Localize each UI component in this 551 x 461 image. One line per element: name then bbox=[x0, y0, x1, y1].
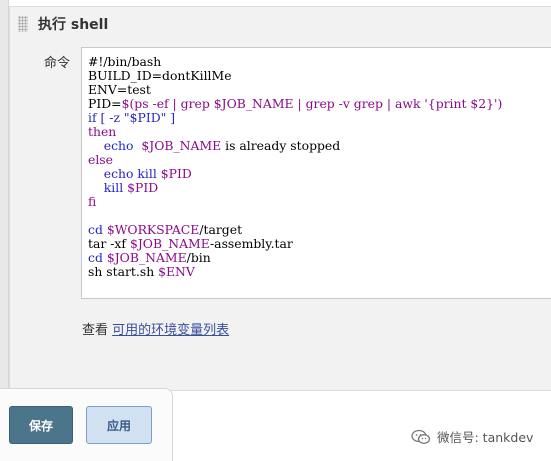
code-line: sh start.sh $ENV bbox=[88, 265, 545, 279]
code-line: kill $PID bbox=[88, 181, 545, 195]
code-token: $PID bbox=[127, 180, 159, 195]
code-token: $ENV bbox=[158, 264, 195, 279]
section-header: 执行 shell bbox=[18, 13, 108, 35]
code-token: $PID bbox=[160, 166, 192, 181]
code-token: is already stopped bbox=[221, 138, 341, 153]
code-token: kill bbox=[88, 180, 128, 195]
drag-handle-icon[interactable] bbox=[18, 16, 28, 32]
code-line: ENV=test bbox=[88, 83, 545, 97]
watermark-text: 微信号: tankdev bbox=[437, 430, 534, 445]
code-token: ENV=test bbox=[88, 82, 151, 97]
code-token: #!/bin/bash bbox=[88, 54, 162, 69]
code-line: #!/bin/bash bbox=[88, 55, 545, 69]
code-token: echo bbox=[88, 138, 142, 153]
env-vars-prefix: 查看 bbox=[82, 323, 113, 338]
watermark: 微信号: tankdev bbox=[411, 427, 533, 446]
code-line: else bbox=[88, 153, 545, 167]
code-token: if [ -z "$PID" ] bbox=[88, 110, 176, 125]
code-token: -assembly.tar bbox=[210, 236, 293, 251]
code-token: fi bbox=[88, 194, 97, 209]
env-vars-note: 查看 可用的环境变量列表 bbox=[82, 319, 229, 338]
apply-button[interactable]: 应用 bbox=[86, 406, 152, 444]
code-token: $(ps -ef | grep $JOB_NAME | grep -v grep… bbox=[121, 96, 503, 111]
code-line: then bbox=[88, 125, 545, 139]
code-token: cd bbox=[88, 250, 107, 265]
code-line: if [ -z "$PID" ] bbox=[88, 111, 545, 125]
code-token: /target bbox=[199, 222, 243, 237]
code-token: else bbox=[88, 152, 113, 167]
env-vars-link[interactable]: 可用的环境变量列表 bbox=[112, 323, 229, 338]
code-token: sh start.sh bbox=[88, 264, 159, 279]
code-token: $JOB_NAME bbox=[106, 250, 187, 265]
code-token: $WORKSPACE bbox=[106, 222, 200, 237]
code-line: echo kill $PID bbox=[88, 167, 545, 181]
code-token: PID= bbox=[88, 96, 122, 111]
code-line: fi bbox=[88, 195, 545, 209]
code-token: tar -xf bbox=[88, 236, 130, 251]
code-token: BUILD_ID=dontKillMe bbox=[88, 68, 232, 83]
command-label: 命令 bbox=[44, 56, 71, 71]
code-token: $JOB_NAME bbox=[141, 138, 222, 153]
code-line: cd $WORKSPACE/target bbox=[88, 223, 545, 237]
code-line: cd $JOB_NAME/bin bbox=[88, 251, 545, 265]
code-line: echo $JOB_NAME is already stopped bbox=[88, 139, 545, 153]
code-token: then bbox=[88, 124, 117, 139]
code-token: $JOB_NAME bbox=[129, 236, 210, 251]
code-token: echo kill bbox=[88, 166, 161, 181]
save-button[interactable]: 保存 bbox=[9, 406, 73, 444]
wechat-icon bbox=[411, 429, 431, 444]
command-textarea[interactable]: #!/bin/bash BUILD_ID=dontKillMe ENV=test PI… bbox=[81, 47, 551, 299]
code-line: BUILD_ID=dontKillMe bbox=[88, 69, 545, 83]
code-token: cd bbox=[88, 222, 107, 237]
code-line: tar -xf $JOB_NAME-assembly.tar bbox=[88, 237, 545, 251]
code-line: PID=$(ps -ef | grep $JOB_NAME | grep -v … bbox=[88, 97, 545, 111]
code-token: /bin bbox=[186, 250, 211, 265]
section-title: 执行 shell bbox=[38, 17, 109, 33]
